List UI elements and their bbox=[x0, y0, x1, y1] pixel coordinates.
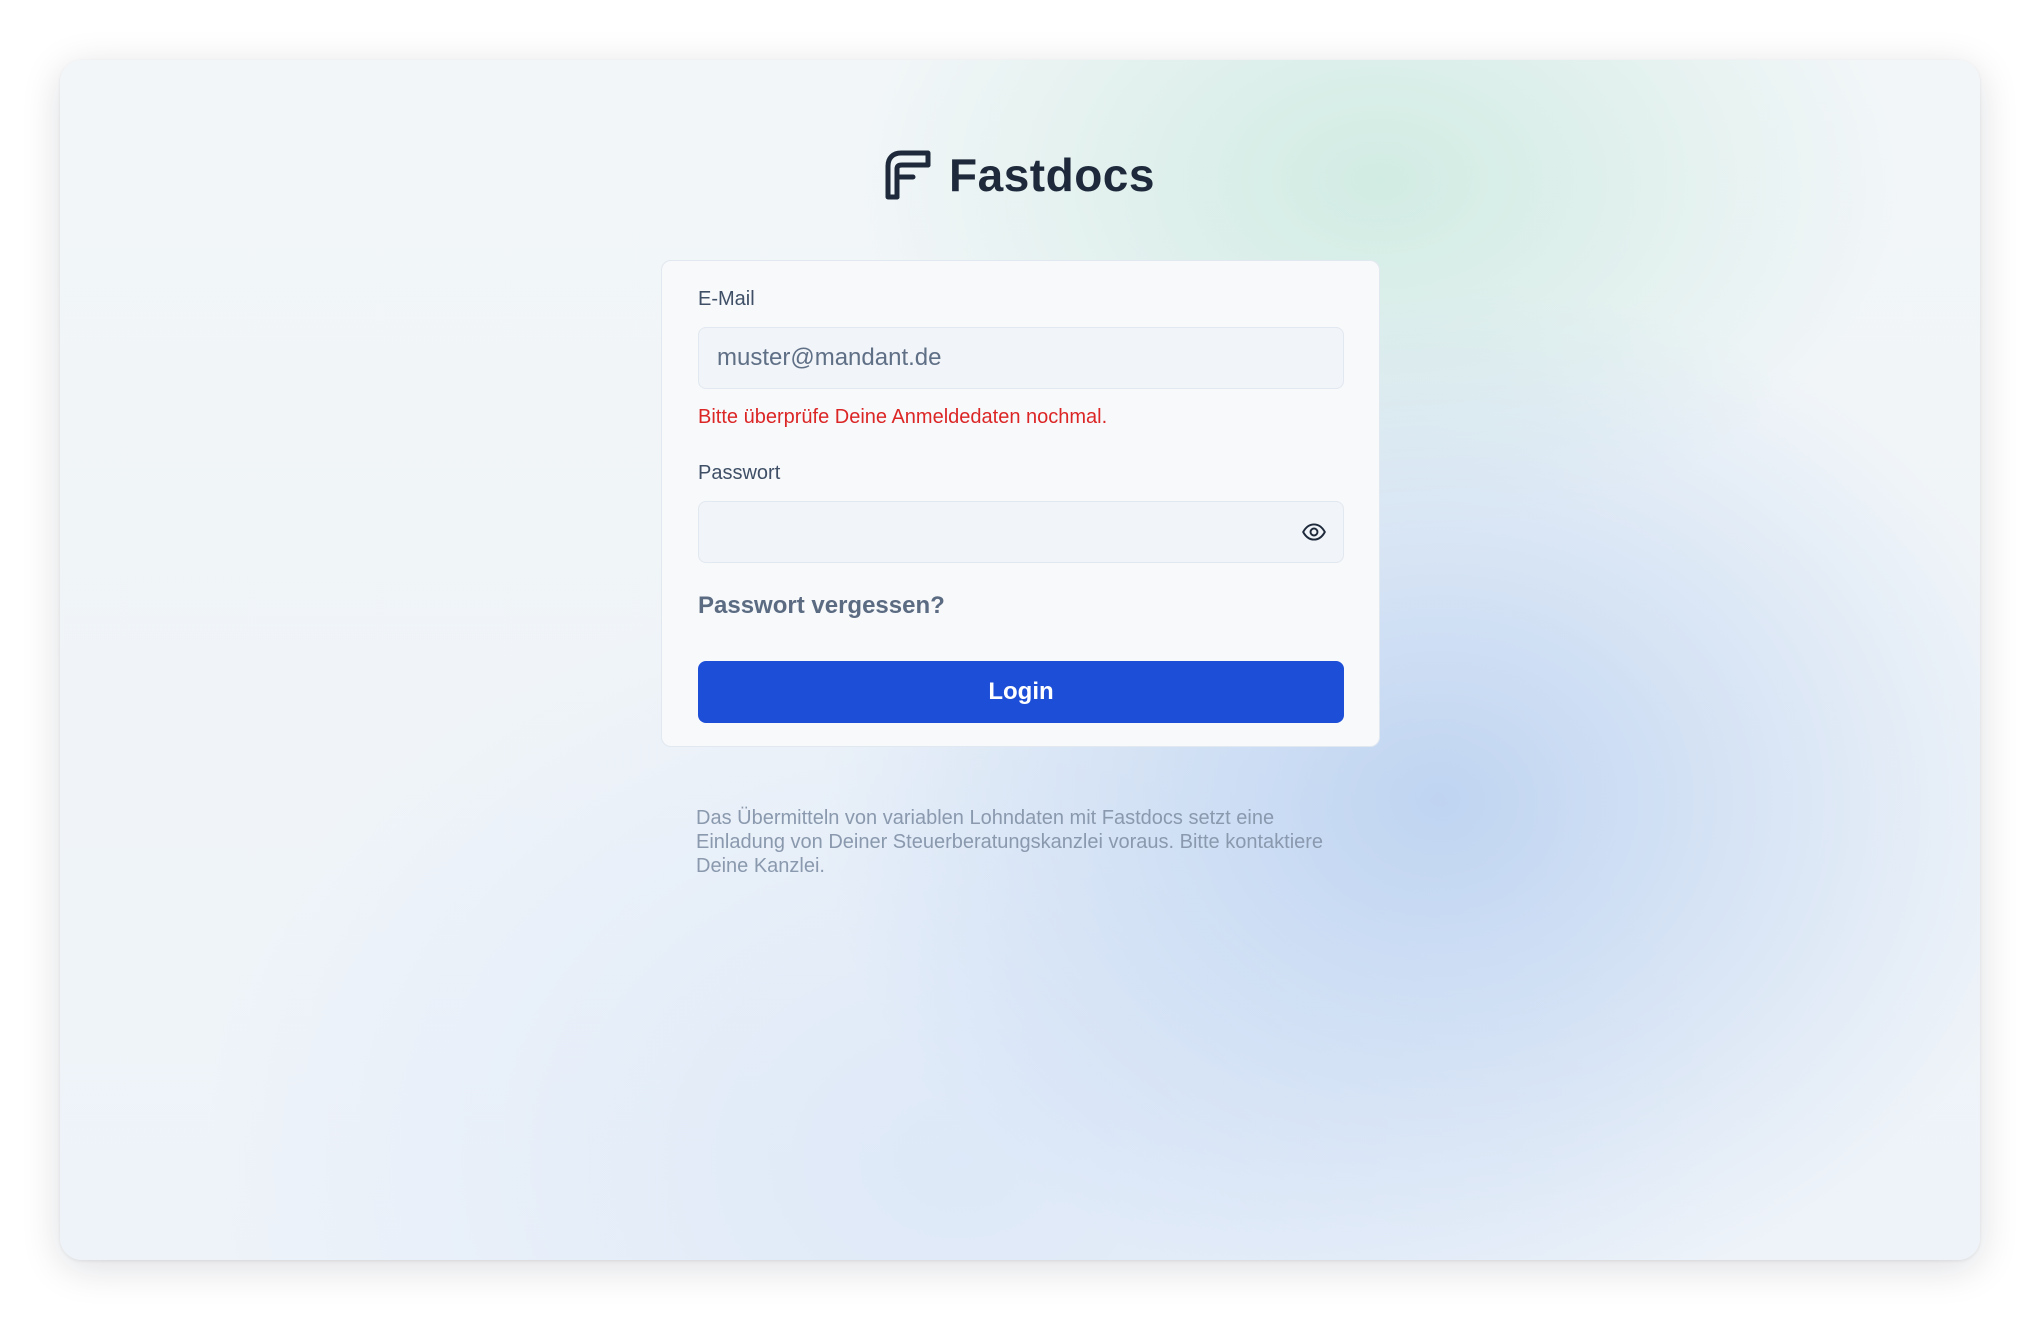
forgot-password-link[interactable]: Passwort vergessen? bbox=[698, 591, 945, 621]
email-field[interactable]: muster@mandant.de bbox=[698, 327, 1344, 389]
password-field[interactable] bbox=[698, 501, 1344, 563]
invitation-note: Das Übermitteln von variablen Lohndaten … bbox=[696, 807, 1324, 877]
brand-header: Fastdocs bbox=[60, 148, 1980, 202]
brand-name: Fastdocs bbox=[949, 149, 1155, 201]
eye-icon[interactable] bbox=[1301, 519, 1327, 545]
login-card: E-Mail muster@mandant.de Bitte überprüfe… bbox=[661, 260, 1380, 747]
email-label: E-Mail bbox=[698, 288, 755, 310]
error-message: Bitte überprüfe Deine Anmeldedaten nochm… bbox=[698, 406, 1108, 428]
password-label: Passwort bbox=[698, 462, 781, 484]
login-button[interactable]: Login bbox=[698, 661, 1344, 723]
fastdocs-logo-icon bbox=[885, 150, 931, 200]
email-value: muster@mandant.de bbox=[717, 344, 942, 371]
app-window: Fastdocs E-Mail muster@mandant.de Bitte … bbox=[60, 60, 1980, 1260]
